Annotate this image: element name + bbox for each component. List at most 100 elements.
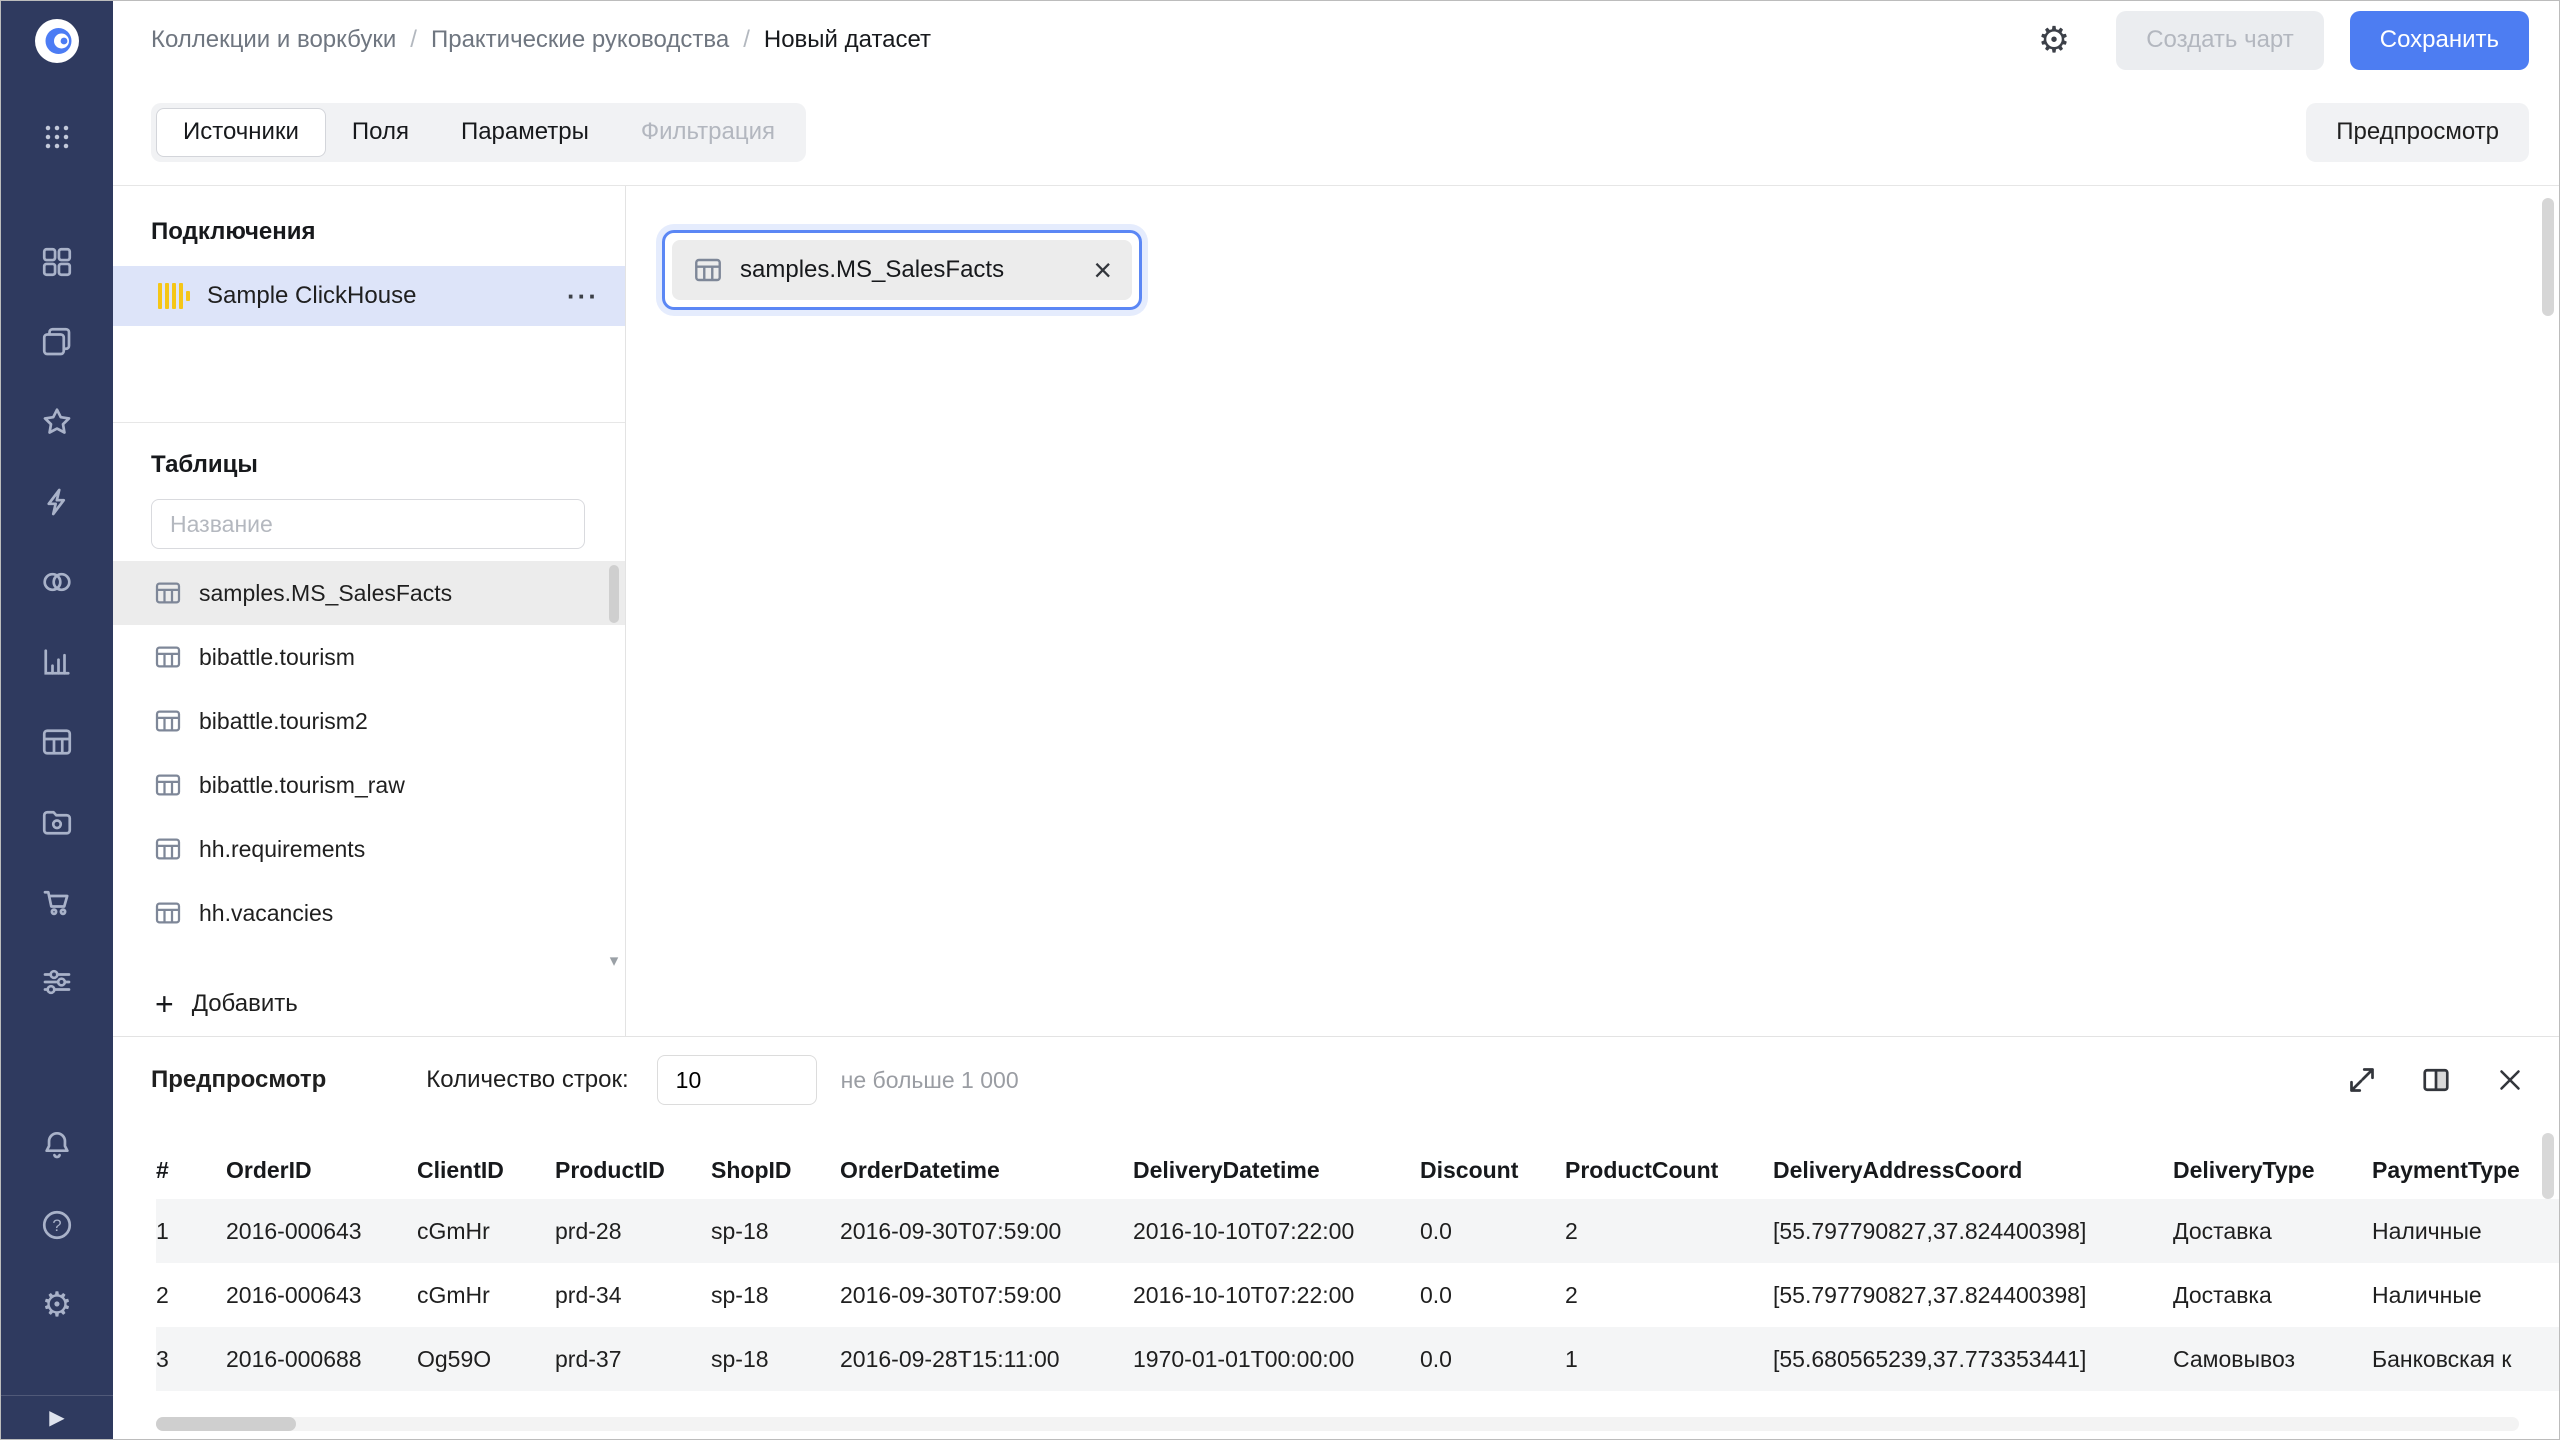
breadcrumb-item[interactable]: Новый датасет	[764, 26, 931, 54]
storage-folder-icon[interactable]	[39, 804, 75, 840]
connections-list: Sample ClickHouse ···	[113, 266, 625, 326]
selected-source-chip[interactable]: samples.MS_SalesFacts ×	[662, 230, 1142, 310]
cell: Самовывоз	[2173, 1327, 2372, 1391]
tabs-row: Источники Поля Параметры Фильтрация Предпро…	[113, 79, 2559, 185]
ellipsis-menu-icon[interactable]: ···	[567, 281, 599, 312]
cell: 3	[156, 1327, 226, 1391]
connections-bolt-icon[interactable]	[39, 484, 75, 520]
connection-item[interactable]: Sample ClickHouse ···	[113, 266, 625, 326]
column-header: PaymentType	[2372, 1156, 2520, 1183]
cell: Наличные	[2372, 1199, 2559, 1263]
table-name: bibattle.tourism_raw	[199, 771, 405, 798]
preview-panel: Предпросмотр Количество строк: не больше…	[113, 1036, 2559, 1439]
column-header: ProductID	[555, 1156, 665, 1183]
tiles-icon[interactable]	[39, 244, 75, 280]
cell: 0.0	[1420, 1281, 1452, 1308]
cell: Банковская к	[2372, 1327, 2559, 1391]
split-view-icon[interactable]	[2417, 1061, 2455, 1099]
dataset-canvas: samples.MS_SalesFacts ×	[626, 186, 2559, 1036]
charts-icon[interactable]	[39, 644, 75, 680]
row-count-input[interactable]	[656, 1055, 817, 1105]
cell: 2016-10-10T07:22:00	[1133, 1199, 1420, 1263]
tab-filtering[interactable]: Фильтрация	[615, 108, 801, 157]
notifications-bell-icon[interactable]	[39, 1127, 75, 1163]
table-icon	[153, 898, 183, 928]
sources-panel: Подключения Sample ClickHouse ··· Таблицы…	[113, 186, 626, 1036]
preview-scrollbar[interactable]	[2542, 1133, 2554, 1199]
breadcrumb-item[interactable]: Коллекции и воркбуки	[151, 26, 396, 54]
table-list-item[interactable]: bibattle.tourism_raw	[113, 753, 625, 817]
column-header: ProductCount	[1565, 1156, 1719, 1183]
breadcrumb-item[interactable]: Практические руководства	[431, 26, 729, 54]
row-count-label: Количество строк:	[426, 1066, 629, 1093]
remove-source-icon[interactable]: ×	[1093, 254, 1112, 286]
table-name: samples.MS_SalesFacts	[199, 579, 453, 606]
close-icon[interactable]	[2491, 1061, 2529, 1099]
tab-sources[interactable]: Источники	[156, 107, 326, 157]
scrollbar-thumb[interactable]	[609, 565, 619, 623]
cell: prd-28	[555, 1199, 711, 1263]
save-button[interactable]: Сохранить	[2349, 10, 2529, 70]
cell: [55.797790827,37.824400398]	[1773, 1199, 2173, 1263]
expand-icon[interactable]	[2343, 1061, 2381, 1099]
column-header: Discount	[1420, 1156, 1519, 1183]
table-icon	[153, 834, 183, 864]
table-service-icon[interactable]	[39, 724, 75, 760]
breadcrumb-separator: /	[743, 26, 750, 53]
content-area: Подключения Sample ClickHouse ··· Таблицы…	[113, 185, 2559, 1036]
scroll-down-icon[interactable]: ▾	[609, 952, 619, 969]
tab-bar: Источники Поля Параметры Фильтрация	[151, 102, 807, 162]
favorites-star-icon[interactable]	[39, 404, 75, 440]
table-list-item[interactable]: samples.MS_SalesFacts	[113, 561, 625, 625]
app-window: ? ⚙ ▶ Коллекции и воркбуки / Практические …	[0, 0, 2560, 1440]
help-icon[interactable]: ?	[39, 1207, 75, 1243]
sidebar-bottom-nav: ? ⚙	[39, 1127, 75, 1323]
expand-sidebar-icon: ▶	[49, 1407, 65, 1429]
table-list-item[interactable]: bibattle.tourism2	[113, 689, 625, 753]
canvas-scrollbar[interactable]	[2542, 198, 2554, 316]
expand-sidebar-button[interactable]: ▶	[1, 1395, 113, 1439]
horizontal-scrollbar[interactable]	[156, 1417, 2519, 1431]
settings-gear-icon[interactable]: ⚙	[39, 1287, 75, 1323]
scrollbar-thumb[interactable]	[156, 1417, 296, 1431]
table-name: bibattle.tourism2	[199, 707, 368, 734]
marketplace-cart-icon[interactable]	[39, 884, 75, 920]
table-search-input[interactable]	[151, 499, 585, 549]
settings-sliders-icon[interactable]	[39, 964, 75, 1000]
cell: [55.797790827,37.824400398]	[1773, 1281, 2087, 1308]
tables-title: Таблицы	[151, 451, 258, 478]
datasets-circles-icon[interactable]	[39, 564, 75, 600]
create-chart-button[interactable]: Создать чарт	[2116, 10, 2324, 70]
table-list-item[interactable]: hh.requirements	[113, 817, 625, 881]
table-list-item[interactable]: bibattle.tourism	[113, 625, 625, 689]
row-count-hint: не больше 1 000	[840, 1066, 1019, 1093]
cell: 2016-000643	[226, 1199, 417, 1263]
preview-toggle-button[interactable]: Предпросмотр	[2306, 102, 2529, 162]
table-list-item[interactable]: hh.vacancies	[113, 881, 625, 945]
cell: 2016-09-30T07:59:00	[840, 1199, 1133, 1263]
cell: 0.0	[1420, 1199, 1565, 1263]
preview-header: Предпросмотр Количество строк: не больше…	[113, 1037, 2559, 1123]
apps-grid-icon[interactable]	[39, 119, 75, 155]
sidebar-nav	[39, 244, 75, 1000]
add-table-button[interactable]: + Добавить	[113, 972, 625, 1036]
table-icon	[153, 578, 183, 608]
cell: prd-34	[555, 1281, 622, 1308]
column-header: DeliveryAddressCoord	[1773, 1156, 2023, 1183]
table-header-row: # OrderID ClientID ProductID ShopID OrderDate…	[156, 1141, 2559, 1199]
sidebar: ? ⚙ ▶	[1, 1, 113, 1439]
table-icon	[153, 706, 183, 736]
cell: 2016-000643	[226, 1281, 362, 1308]
tab-parameters[interactable]: Параметры	[435, 108, 615, 157]
table-name: hh.requirements	[199, 835, 366, 862]
plus-icon: +	[155, 986, 174, 1022]
tables-list-scrollbar[interactable]: ▾	[609, 565, 619, 969]
collections-icon[interactable]	[39, 324, 75, 360]
gear-icon[interactable]: ⚙	[2038, 22, 2070, 58]
cell: 0.0	[1420, 1327, 1565, 1391]
tab-fields[interactable]: Поля	[326, 108, 435, 157]
column-header: ShopID	[711, 1156, 792, 1183]
datalens-logo[interactable]	[33, 17, 81, 65]
cell: 2016-10-10T07:22:00	[1133, 1281, 1355, 1308]
connection-name: Sample ClickHouse	[207, 282, 417, 309]
